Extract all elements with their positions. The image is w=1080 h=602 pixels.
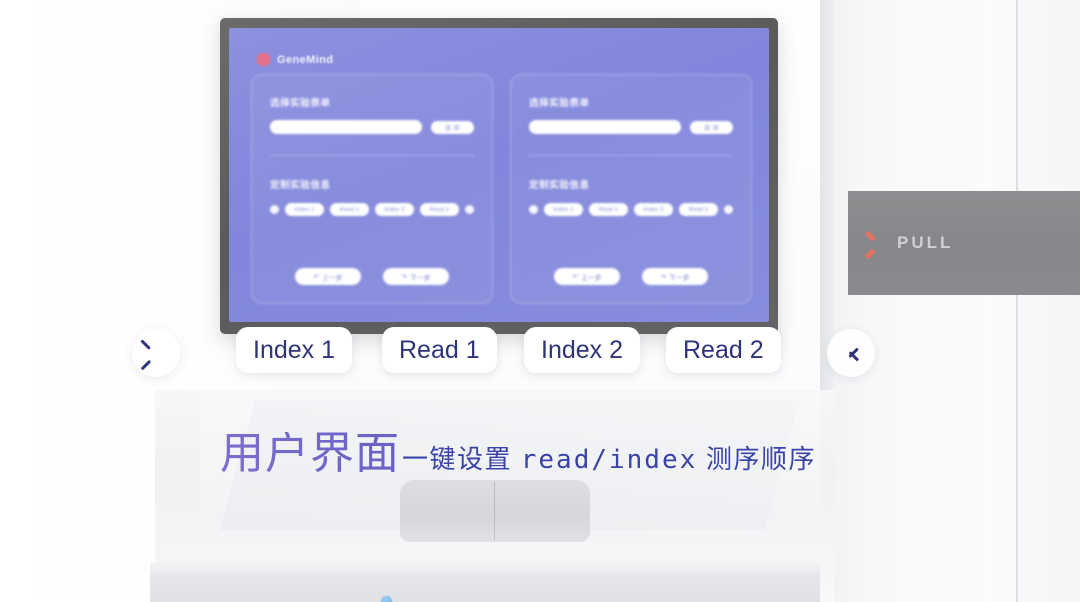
sequence-chip[interactable]: Index 2 [375, 203, 414, 216]
chip-handle-start-icon[interactable] [270, 205, 279, 214]
caption-subline-pre: 一键设置 [402, 444, 521, 474]
app-brand: GeneMind [256, 52, 333, 67]
next-step-label: 下一步 [669, 274, 690, 282]
caption-subline: 一键设置 read/index 测序顺序 [402, 446, 816, 473]
chip-handle-end-icon[interactable] [724, 205, 733, 214]
chevron-left-icon [150, 342, 163, 364]
select-experiment-label: 选择实验表单 [270, 98, 331, 109]
chevron-right-icon [845, 342, 858, 364]
caption-headline: 用户界面 [220, 429, 400, 478]
sequence-step-read-2[interactable]: Read 2 [666, 327, 781, 373]
sequence-step-index-2[interactable]: Index 2 [524, 327, 641, 373]
sequence-chip[interactable]: Read 2 [679, 203, 718, 216]
sequence-chip[interactable]: Read 1 [589, 203, 628, 216]
experiment-form-input[interactable] [270, 120, 422, 134]
sequence-chip-row: Index 1 Read 1 Index 2 Read 2 [529, 203, 733, 216]
select-form-button[interactable]: 选 择 [690, 120, 733, 134]
caption: 用户界面 一键设置 read/index 测序顺序 [220, 432, 816, 476]
caption-subline-mono: read/index [520, 445, 698, 475]
sequence-chip[interactable]: Read 2 [420, 203, 459, 216]
redo-arrow-icon: ↷ [660, 273, 667, 281]
experiment-form-input[interactable] [529, 120, 681, 134]
panel-actions: ↶ 上一步 ↷ 下一步 [529, 268, 733, 289]
screen-panels: 选择实验表单 选 择 定制实验信息 Index 1 Read 1 Index 2… [251, 74, 752, 304]
chip-handle-end-icon[interactable] [465, 205, 474, 214]
chevron-left-icon [870, 231, 885, 255]
next-step-button[interactable]: ↷ 下一步 [383, 268, 449, 285]
undo-arrow-icon: ↶ [313, 273, 320, 281]
next-step-label: 下一步 [410, 274, 431, 282]
next-step-button[interactable]: ↷ 下一步 [642, 268, 708, 285]
pull-handle-panel[interactable]: PULL [848, 191, 1080, 295]
hexagon-logo-icon [257, 52, 270, 67]
sequence-selector: Index 1 Read 1 Index 2 Read 2 [0, 327, 1080, 381]
screenshot-stage: PULL GeneMind 选择实验表单 选 择 定制实验信息 Index 1 … [0, 0, 1080, 602]
redo-arrow-icon: ↷ [401, 273, 408, 281]
chip-handle-start-icon[interactable] [529, 205, 538, 214]
machine-door-seam [494, 482, 495, 540]
sequence-chip[interactable]: Index 1 [544, 203, 583, 216]
select-experiment-row: 选 择 [270, 120, 474, 134]
caption-subline-post: 测序顺序 [697, 444, 817, 474]
pull-handle-inner: PULL [848, 191, 1080, 295]
sequence-step-read-1[interactable]: Read 1 [382, 327, 497, 373]
monitor-bezel: GeneMind 选择实验表单 选 择 定制实验信息 Index 1 Read [220, 18, 778, 334]
sequence-chip[interactable]: Read 1 [330, 203, 369, 216]
background-right-seam [1016, 0, 1018, 602]
prev-step-label: 上一步 [581, 274, 602, 282]
experiment-panel-left: 选择实验表单 选 择 定制实验信息 Index 1 Read 1 Index 2… [251, 74, 493, 304]
sequence-chip[interactable]: Index 1 [285, 203, 324, 216]
sequence-chip[interactable]: Index 2 [634, 203, 673, 216]
background-right-tower [820, 0, 1080, 602]
config-experiment-label: 定制实验信息 [270, 180, 331, 191]
undo-arrow-icon: ↶ [572, 273, 579, 281]
panel-actions: ↶ 上一步 ↷ 下一步 [270, 268, 474, 289]
prev-step-button[interactable]: ↶ 上一步 [554, 268, 620, 285]
pull-label: PULL [897, 233, 954, 252]
select-experiment-row: 选 择 [529, 120, 733, 134]
select-experiment-label: 选择实验表单 [529, 98, 590, 109]
config-experiment-label: 定制实验信息 [529, 180, 590, 191]
experiment-panel-right: 选择实验表单 选 择 定制实验信息 Index 1 Read 1 Index 2… [510, 74, 752, 304]
monitor-screen: GeneMind 选择实验表单 选 择 定制实验信息 Index 1 Read [229, 28, 769, 322]
sequence-chip-row: Index 1 Read 1 Index 2 Read 2 [270, 203, 474, 216]
sequence-next-button[interactable] [827, 329, 875, 377]
status-indicator-light [381, 596, 392, 602]
background-pedestal-highlight [150, 562, 820, 576]
sequence-step-index-1[interactable]: Index 1 [236, 327, 353, 373]
prev-step-label: 上一步 [322, 274, 343, 282]
sequence-prev-button[interactable] [132, 329, 180, 377]
prev-step-button[interactable]: ↶ 上一步 [295, 268, 361, 285]
panel-divider [529, 155, 733, 156]
select-form-button[interactable]: 选 择 [431, 120, 474, 134]
brand-name: GeneMind [277, 53, 334, 66]
machine-door-tray [400, 480, 590, 542]
panel-divider [270, 155, 474, 156]
